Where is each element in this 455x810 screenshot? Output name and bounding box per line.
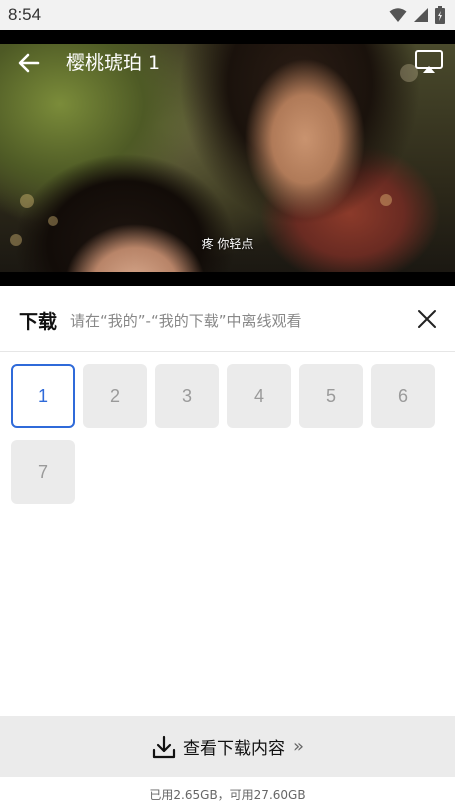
- episode-button[interactable]: 4: [227, 364, 291, 428]
- episode-button[interactable]: 6: [371, 364, 435, 428]
- close-icon[interactable]: [416, 308, 438, 330]
- video-top-bar: 樱桃琥珀 1: [0, 44, 455, 80]
- episode-button[interactable]: 1: [11, 364, 75, 428]
- view-downloads-label: 查看下载内容: [182, 739, 285, 759]
- download-hint: 请在“我的”-“我的下载”中离线观看: [70, 312, 302, 330]
- storage-info: 已用2.65GB，可用27.60GB: [149, 788, 306, 802]
- back-arrow-icon[interactable]: [16, 50, 42, 76]
- signal-icon: [414, 8, 428, 22]
- download-panel-header: 下载 请在“我的”-“我的下载”中离线观看: [0, 286, 455, 352]
- download-icon: [152, 735, 176, 758]
- episode-button[interactable]: 2: [83, 364, 147, 428]
- status-bar: 8:54: [0, 0, 455, 30]
- double-chevron-right-icon: »: [292, 736, 304, 757]
- video-player[interactable]: 樱桃琥珀 1 疼 你轻点: [0, 30, 455, 286]
- video-title: 樱桃琥珀 1: [66, 52, 161, 74]
- status-time: 8:54: [8, 5, 42, 24]
- battery-icon: [435, 6, 445, 24]
- cast-screen-icon[interactable]: [414, 49, 444, 75]
- wifi-icon: [389, 8, 407, 22]
- episode-button[interactable]: 3: [155, 364, 219, 428]
- episode-button[interactable]: 7: [11, 440, 75, 504]
- download-title: 下载: [19, 311, 58, 333]
- view-downloads-button[interactable]: 查看下载内容 »: [0, 716, 455, 777]
- episode-button[interactable]: 5: [299, 364, 363, 428]
- status-icons: [389, 6, 445, 24]
- video-subtitle: 疼 你轻点: [201, 237, 254, 251]
